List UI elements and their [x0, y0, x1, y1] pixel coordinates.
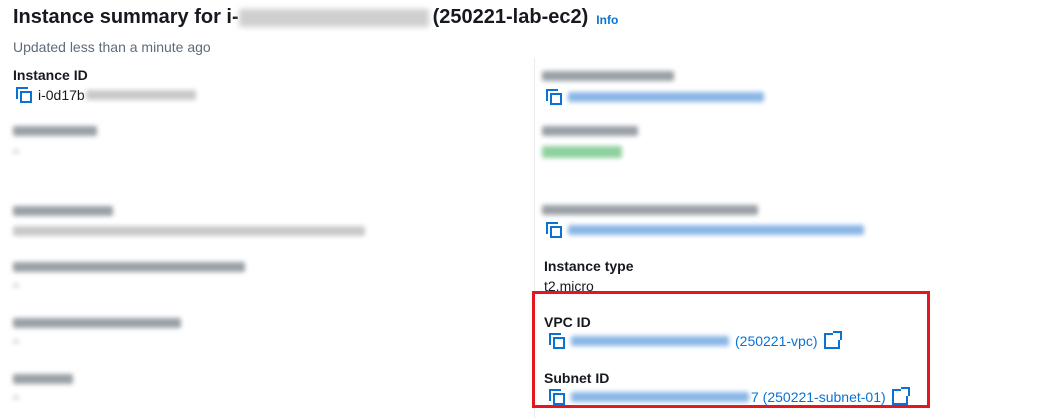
redacted-value	[13, 340, 19, 343]
redacted-label	[13, 318, 181, 328]
redacted-value	[13, 396, 19, 399]
copy-icon[interactable]	[549, 389, 565, 405]
copy-icon[interactable]	[546, 222, 562, 238]
updated-status: Updated less than a minute ago	[13, 39, 211, 55]
subnet-id-value[interactable]: 7 (250221-subnet-01)	[549, 387, 910, 405]
redacted-vpc-id	[571, 336, 729, 346]
redacted-label	[542, 205, 758, 215]
redacted-label	[542, 126, 638, 136]
external-link-icon[interactable]	[891, 387, 910, 405]
page-title-suffix: (250221-lab-ec2)	[432, 6, 589, 28]
redacted-value	[13, 284, 19, 287]
subnet-id-label: Subnet ID	[544, 370, 610, 386]
info-link[interactable]: Info	[596, 13, 618, 27]
redacted-value	[13, 150, 19, 153]
redacted-value	[568, 92, 764, 102]
instance-id-label: Instance ID	[13, 67, 88, 83]
redacted-status-row	[542, 146, 622, 158]
copy-icon[interactable]	[549, 333, 565, 349]
instance-id-value: i-0d17b	[16, 87, 196, 103]
copy-icon[interactable]	[16, 87, 32, 103]
redacted-link-row[interactable]	[546, 89, 764, 105]
redacted-status	[542, 146, 622, 158]
redacted-label	[13, 262, 245, 272]
subnet-id-link[interactable]: 7 (250221-subnet-01)	[751, 389, 886, 405]
redacted-instance-id	[238, 8, 429, 27]
page-title: Instance summary for i- (250221-lab-ec2)…	[13, 6, 618, 29]
redacted-link-row[interactable]	[546, 222, 864, 238]
redacted-label	[542, 71, 674, 81]
vpc-id-link[interactable]: (250221-vpc)	[735, 333, 818, 349]
instance-id-text: i-0d17b	[38, 87, 85, 103]
redacted-label	[13, 374, 73, 384]
redacted-label	[13, 206, 113, 216]
vpc-id-value[interactable]: (250221-vpc)	[549, 331, 842, 349]
vpc-id-label: VPC ID	[544, 314, 591, 330]
redacted-value	[568, 225, 864, 235]
redacted-subnet-id	[571, 392, 749, 402]
copy-icon[interactable]	[546, 89, 562, 105]
redacted-label	[13, 126, 97, 136]
instance-type-label: Instance type	[544, 258, 634, 274]
page-title-prefix: Instance summary for i-	[13, 6, 239, 28]
redacted-value	[85, 90, 196, 100]
external-link-icon[interactable]	[823, 331, 842, 349]
redacted-value	[13, 226, 365, 236]
